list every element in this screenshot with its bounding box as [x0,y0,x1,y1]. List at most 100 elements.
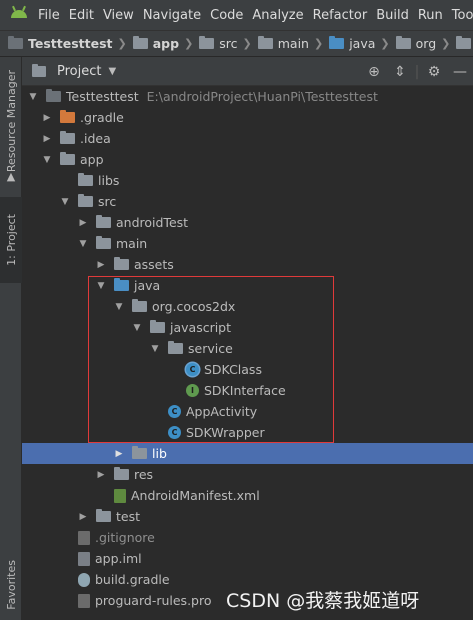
divider: | [414,63,420,80]
tree-item-idea[interactable]: ▶ .idea [22,128,473,149]
folder-icon [96,215,111,228]
tree-item-main[interactable]: ▼ main [22,233,473,254]
collapse-all-icon[interactable]: ⇕ [387,57,413,86]
tab-resource-manager[interactable]: Resource Manager [0,65,22,177]
folder-icon [257,36,273,49]
chevron-right-icon[interactable]: ▶ [96,260,106,270]
class-icon: C [186,363,199,376]
text-file-icon [78,530,90,545]
chevron-right-icon[interactable]: ▶ [114,449,124,459]
chevron-down-icon[interactable]: ▼ [114,302,124,312]
tree-item-sdkclass[interactable]: ▶ C SDKClass [22,359,473,380]
tree-item-manifest[interactable]: ▶ AndroidManifest.xml [22,485,473,506]
gear-icon[interactable]: ⚙ [421,57,447,86]
interface-icon: I [186,384,199,397]
project-folder-icon [8,36,23,49]
watermark: CSDN @我蔡我姬道呀 [226,590,420,612]
project-panel-header: Project ▼ ⊕ ⇕ | ⚙ — [22,57,473,86]
tree-item-root[interactable]: ▼ Testtesttest E:\androidProject\HuanPi\… [22,86,473,107]
package-icon [132,299,147,312]
package-icon [132,446,147,459]
menu-file[interactable]: File [38,8,60,23]
chevron-down-icon[interactable]: ▼ [96,281,106,291]
tree-item-sdkwrapper[interactable]: ▶ C SDKWrapper [22,422,473,443]
tree-item-appactivity[interactable]: ▶ C AppActivity [22,401,473,422]
project-tree: ▼ Testtesttest E:\androidProject\HuanPi\… [22,86,473,620]
folder-icon [78,194,93,207]
breadcrumb-item-project[interactable]: Testtesttest [8,36,113,51]
manifest-file-icon [114,488,126,503]
chevron-down-icon[interactable]: ▼ [60,197,70,207]
text-file-icon [78,593,90,608]
class-icon: C [168,426,181,439]
chevron-down-icon[interactable]: ▼ [28,92,38,102]
breadcrumb-item-org[interactable]: org [395,36,436,51]
menu-edit[interactable]: Edit [69,8,94,23]
breadcrumb-item-main[interactable]: main [257,36,309,51]
chevron-right-icon[interactable]: ▶ [78,512,88,522]
breadcrumb-item-cocos2dx[interactable]: cocos2dx [456,36,473,51]
breadcrumb: Testtesttest ❯ app ❯ src ❯ main ❯ java ❯… [0,30,473,57]
tree-item-org-cocos2dx[interactable]: ▼ org.cocos2dx [22,296,473,317]
tree-item-src[interactable]: ▼ src [22,191,473,212]
menu-code[interactable]: Code [210,8,243,23]
panel-title: Project [57,63,102,79]
chevron-right-icon: ❯ [380,37,390,50]
tree-item-assets[interactable]: ▶ assets [22,254,473,275]
menu-bar: File Edit View Navigate Code Analyze Ref… [0,0,473,30]
chevron-right-icon[interactable]: ▶ [42,113,52,123]
tree-item-lib[interactable]: ▶ lib [22,443,473,464]
left-tool-strip: Resource Manager ▲ 1: Project [0,57,22,620]
breadcrumb-item-src[interactable]: src [199,36,238,51]
tree-item-app-iml[interactable]: ▶ app.iml [22,548,473,569]
tree-item-service[interactable]: ▼ service [22,338,473,359]
module-folder-icon [132,36,148,49]
excluded-folder-icon [60,110,75,123]
menu-analyze[interactable]: Analyze [252,8,303,23]
menu-build[interactable]: Build [376,8,409,23]
breadcrumb-item-app[interactable]: app [132,36,179,51]
minimize-icon[interactable]: — [447,57,473,86]
tree-item-app[interactable]: ▼ app [22,149,473,170]
tree-item-java[interactable]: ▼ java [22,275,473,296]
project-folder-icon [46,89,61,102]
source-folder-icon [114,278,129,291]
folder-icon [199,36,215,49]
chevron-right-icon: ❯ [242,37,252,50]
tree-item-libs[interactable]: ▶ libs [22,170,473,191]
menu-view[interactable]: View [103,8,134,23]
chevron-down-icon[interactable]: ▼ [132,323,142,333]
tab-favorites[interactable]: Favorites [0,552,22,618]
chevron-down-icon[interactable]: ▼ [108,66,116,77]
tree-item-javascript[interactable]: ▼ javascript [22,317,473,338]
folder-icon [96,236,111,249]
chevron-right-icon: ❯ [184,37,194,50]
chevron-down-icon[interactable]: ▼ [150,344,160,354]
breadcrumb-item-java[interactable]: java [329,36,375,51]
resources-folder-icon [114,467,129,480]
tab-project[interactable]: 1: Project [0,197,22,283]
chevron-right-icon[interactable]: ▶ [42,134,52,144]
chevron-right-icon[interactable]: ▶ [96,470,106,480]
chevron-down-icon[interactable]: ▼ [42,155,52,165]
menu-tools[interactable]: Tool [452,8,473,23]
tree-item-gradle[interactable]: ▶ .gradle [22,107,473,128]
module-file-icon [78,551,90,566]
menu-navigate[interactable]: Navigate [143,8,201,23]
tree-item-sdkinterface[interactable]: ▶ I SDKInterface [22,380,473,401]
tree-item-gitignore[interactable]: ▶ .gitignore [22,527,473,548]
gradle-icon [78,572,90,587]
tree-item-test[interactable]: ▶ test [22,506,473,527]
folder-icon [96,509,111,522]
chevron-down-icon[interactable]: ▼ [78,239,88,249]
menu-refactor[interactable]: Refactor [313,8,368,23]
chevron-right-icon[interactable]: ▶ [78,218,88,228]
package-icon [456,36,472,49]
tree-item-res[interactable]: ▶ res [22,464,473,485]
class-icon: C [168,405,181,418]
module-folder-icon [60,152,75,165]
locate-target-icon[interactable]: ⊕ [361,57,387,86]
tree-item-androidtest[interactable]: ▶ androidTest [22,212,473,233]
project-view-icon [32,63,46,77]
menu-run[interactable]: Run [418,8,443,23]
